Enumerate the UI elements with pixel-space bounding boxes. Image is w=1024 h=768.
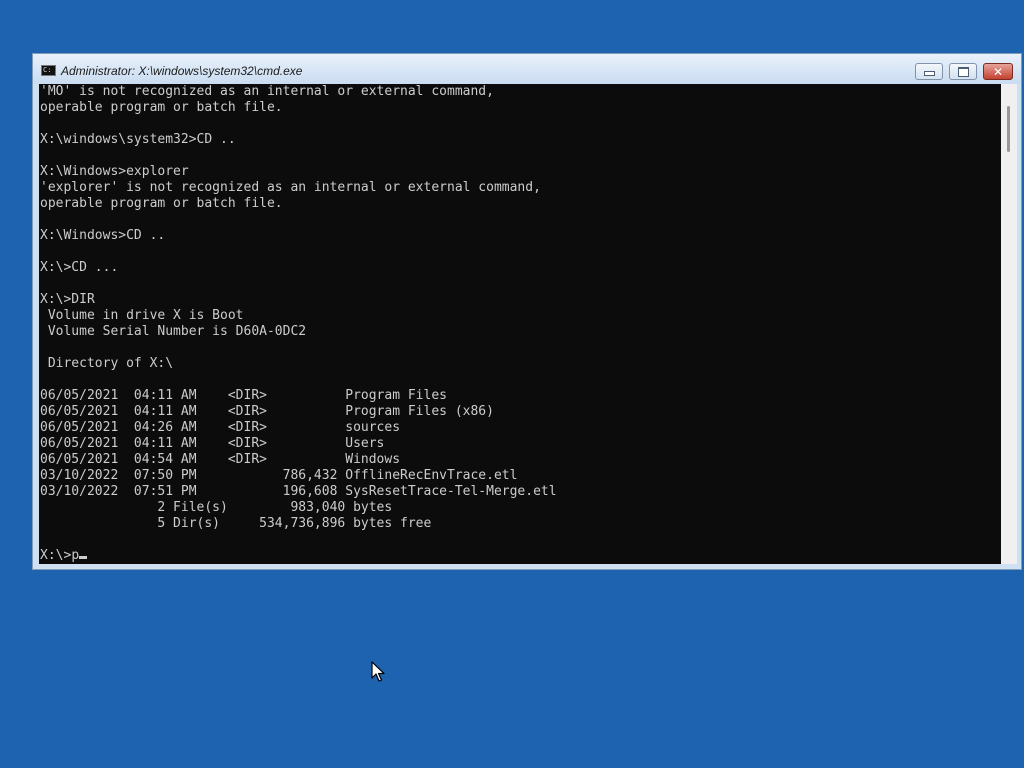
vertical-scrollbar[interactable] xyxy=(1001,84,1017,564)
console-output[interactable]: 'MO' is not recognized as an internal or… xyxy=(39,84,1001,564)
console-line: 03/10/2022 07:51 PM 196,608 SysResetTrac… xyxy=(40,484,557,499)
console-line: X:\windows\system32>CD .. xyxy=(40,132,236,147)
console-line: 2 File(s) 983,040 bytes xyxy=(40,500,393,515)
console-line: X:\Windows>explorer xyxy=(40,164,189,179)
close-button[interactable]: ✕ xyxy=(983,63,1013,80)
console-line: operable program or batch file. xyxy=(40,196,283,211)
console-line: 06/05/2021 04:11 AM <DIR> Program Files … xyxy=(40,404,494,419)
console-line: 'MO' is not recognized as an internal or… xyxy=(40,84,494,99)
minimize-button[interactable] xyxy=(915,63,943,80)
title-bar[interactable]: C: Administrator: X:\windows\system32\cm… xyxy=(33,54,1021,84)
console-line: 06/05/2021 04:11 AM <DIR> Users xyxy=(40,436,385,451)
console-line: Directory of X:\ xyxy=(40,356,174,371)
console-line: 5 Dir(s) 534,736,896 bytes free xyxy=(40,516,432,531)
console-line: 03/10/2022 07:50 PM 786,432 OfflineRecEn… xyxy=(40,468,518,483)
maximize-icon xyxy=(957,66,969,77)
mouse-pointer-icon xyxy=(371,661,385,682)
console-line: X:\>DIR xyxy=(40,292,95,307)
command-prompt: X:\> xyxy=(40,548,72,563)
console-text: 'MO' is not recognized as an internal or… xyxy=(39,84,1001,564)
cmd-icon: C: xyxy=(41,65,56,76)
console-line: X:\>CD ... xyxy=(40,260,119,275)
console-line: 06/05/2021 04:11 AM <DIR> Program Files xyxy=(40,388,447,403)
text-cursor xyxy=(79,556,88,559)
console-line: Volume in drive X is Boot xyxy=(40,308,244,323)
minimize-icon xyxy=(923,71,935,76)
close-icon: ✕ xyxy=(992,64,1004,79)
console-line: operable program or batch file. xyxy=(40,100,283,115)
console-line: 'explorer' is not recognized as an inter… xyxy=(40,180,541,195)
console-line: Volume Serial Number is D60A-0DC2 xyxy=(40,324,307,339)
scrollbar-thumb[interactable] xyxy=(1007,106,1010,152)
console-line: X:\Windows>CD .. xyxy=(40,228,166,243)
console-line: 06/05/2021 04:54 AM <DIR> Windows xyxy=(40,452,401,467)
command-input[interactable]: p xyxy=(71,548,79,563)
window-title: Administrator: X:\windows\system32\cmd.e… xyxy=(61,64,303,78)
console-line: 06/05/2021 04:26 AM <DIR> sources xyxy=(40,420,401,435)
cmd-window[interactable]: C: Administrator: X:\windows\system32\cm… xyxy=(32,53,1022,570)
maximize-button[interactable] xyxy=(949,63,977,80)
